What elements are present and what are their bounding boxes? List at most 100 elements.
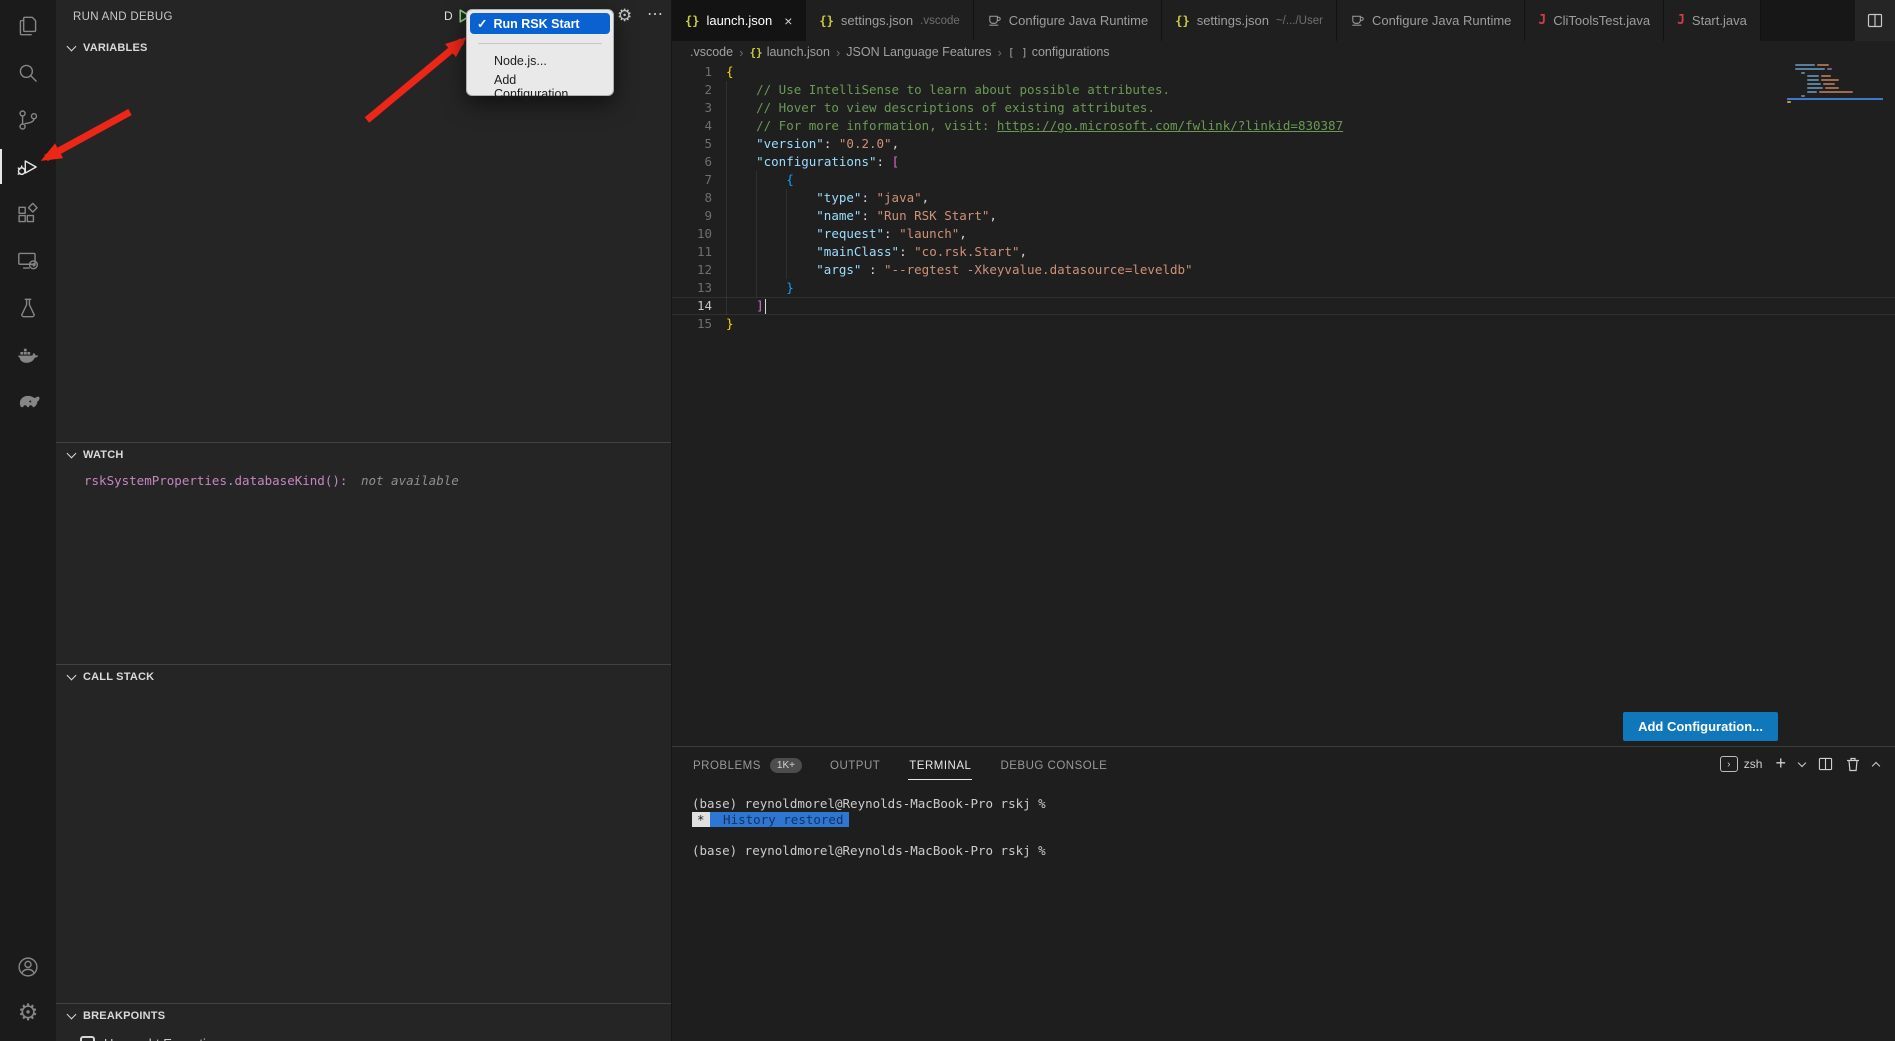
- activity-bar-item-account[interactable]: [0, 943, 56, 990]
- code-line-8[interactable]: 8"type": "java",: [672, 189, 1895, 207]
- split-editor-icon[interactable]: [1855, 0, 1895, 41]
- line-number: 15: [672, 315, 726, 333]
- menu-item-selected[interactable]: ✓ Run RSK Start: [470, 13, 610, 34]
- terminal-output[interactable]: (base) reynoldmorel@Reynolds-MacBook-Pro…: [672, 783, 1895, 858]
- chevron-down-icon: [67, 42, 77, 52]
- breadcrumb-item[interactable]: JSON Language Features: [846, 45, 991, 59]
- breakpoints-section-header[interactable]: BREAKPOINTS: [56, 1003, 671, 1027]
- line-number: 11: [672, 243, 726, 261]
- line-content: "type": "java",: [726, 189, 929, 207]
- kill-terminal-icon[interactable]: [1846, 757, 1860, 772]
- code-line-14[interactable]: 14]: [672, 297, 1895, 315]
- chevron-down-icon: [67, 1009, 77, 1019]
- code-line-6[interactable]: 6"configurations": [: [672, 153, 1895, 171]
- panel-tab-output[interactable]: OUTPUT: [829, 751, 881, 780]
- minimap-current-line: [1787, 98, 1883, 100]
- line-number: 3: [672, 99, 726, 117]
- code-editor[interactable]: 1{2// Use IntelliSense to learn about po…: [672, 63, 1895, 746]
- tab-settings-json[interactable]: {}settings.json~/.../User: [1162, 0, 1337, 41]
- tab-configure-java-runtime[interactable]: Configure Java Runtime: [1337, 0, 1525, 41]
- breadcrumb-item[interactable]: [ ]configurations: [1008, 45, 1110, 59]
- activity-bar: ⚙: [0, 0, 56, 1041]
- activity-bar-item-source-control[interactable]: [0, 96, 56, 143]
- menu-item-add-configuration-[interactable]: Add Configuration...: [470, 71, 610, 90]
- code-line-5[interactable]: 5"version": "0.2.0",: [672, 135, 1895, 153]
- line-content: {: [726, 171, 794, 189]
- code-line-15[interactable]: 15}: [672, 315, 1895, 333]
- tab-start-java[interactable]: JStart.java: [1664, 0, 1761, 41]
- uncaught-exceptions-checkbox[interactable]: [80, 1036, 95, 1041]
- debug-settings-gear-icon[interactable]: ⚙: [617, 6, 632, 26]
- extensions-icon: [15, 201, 41, 227]
- account-icon: [15, 954, 41, 980]
- tab-clitoolstest-java[interactable]: JCliToolsTest.java: [1525, 0, 1664, 41]
- watch-section: WATCH rskSystemProperties.databaseKind()…: [56, 442, 671, 488]
- views-more-actions-icon[interactable]: ⋯: [647, 4, 664, 24]
- activity-bar-item-gradle[interactable]: [0, 378, 56, 425]
- code-line-7[interactable]: 7{: [672, 171, 1895, 189]
- source-control-icon: [15, 107, 41, 133]
- explorer-icon: [15, 13, 41, 39]
- comment-link[interactable]: https://go.microsoft.com/fwlink/?linkid=…: [997, 118, 1343, 133]
- tab-settings-json[interactable]: {}settings.json.vscode: [806, 0, 973, 41]
- docker-icon: [15, 342, 41, 368]
- code-line-4[interactable]: 4// For more information, visit: https:/…: [672, 117, 1895, 135]
- line-content: {: [726, 63, 734, 81]
- json-file-icon: {}: [685, 14, 699, 28]
- add-configuration-button[interactable]: Add Configuration...: [1623, 712, 1778, 741]
- array-brackets-icon: [ ]: [1008, 46, 1028, 59]
- panel-tab-terminal[interactable]: TERMINAL: [908, 751, 972, 780]
- line-number: 13: [672, 279, 726, 297]
- code-line-9[interactable]: 9"name": "Run RSK Start",: [672, 207, 1895, 225]
- activity-bar-item-extensions[interactable]: [0, 190, 56, 237]
- breadcrumb-item[interactable]: {}launch.json: [749, 45, 830, 59]
- call-stack-section-header[interactable]: CALL STACK: [56, 664, 671, 688]
- tab-label: CliToolsTest.java: [1553, 13, 1650, 28]
- tab-launch-json[interactable]: {}launch.json×: [672, 0, 806, 41]
- remote-explorer-icon: [15, 248, 41, 274]
- code-line-13[interactable]: 13}: [672, 279, 1895, 297]
- terminal-dropdown-icon[interactable]: [1798, 759, 1806, 767]
- activity-bar-item-testing[interactable]: [0, 284, 56, 331]
- panel-actions: › zsh +: [1720, 756, 1879, 772]
- call-stack-section: CALL STACK: [56, 664, 671, 688]
- text-cursor: [765, 299, 767, 314]
- split-terminal-icon[interactable]: [1818, 757, 1833, 771]
- shell-label[interactable]: zsh: [1744, 757, 1763, 771]
- watch-label: WATCH: [83, 449, 124, 461]
- watch-section-header[interactable]: WATCH: [56, 442, 671, 466]
- code-line-12[interactable]: 12"args" : "--regtest -Xkeyvalue.datasou…: [672, 261, 1895, 279]
- editor-tab-bar: {}launch.json×{}settings.json.vscodeConf…: [672, 0, 1895, 41]
- code-line-3[interactable]: 3// Hover to view descriptions of existi…: [672, 99, 1895, 117]
- menu-item-node-js-[interactable]: Node.js...: [470, 52, 610, 71]
- activity-bar-item-docker[interactable]: [0, 331, 56, 378]
- sidebar-title: RUN AND DEBUG: [73, 11, 173, 23]
- close-tab-icon[interactable]: ×: [784, 13, 792, 29]
- minimap[interactable]: [1787, 63, 1883, 104]
- call-stack-label: CALL STACK: [83, 671, 154, 683]
- code-line-11[interactable]: 11"mainClass": "co.rsk.Start",: [672, 243, 1895, 261]
- code-line-10[interactable]: 10"request": "launch",: [672, 225, 1895, 243]
- panel-tab-debug-console[interactable]: DEBUG CONSOLE: [999, 751, 1108, 780]
- menu-separator: [478, 43, 602, 44]
- breadcrumb-item[interactable]: .vscode: [690, 45, 733, 59]
- activity-bar-item-remote-explorer[interactable]: [0, 237, 56, 284]
- tab-label: Start.java: [1692, 13, 1747, 28]
- line-content: "name": "Run RSK Start",: [726, 207, 997, 225]
- tab-detail: ~/.../User: [1276, 15, 1323, 27]
- code-line-2[interactable]: 2// Use IntelliSense to learn about poss…: [672, 81, 1895, 99]
- activity-bar-item-settings[interactable]: ⚙: [0, 990, 56, 1037]
- line-number: 14: [672, 297, 726, 315]
- watch-expression: rskSystemProperties.databaseKind():: [84, 473, 347, 488]
- activity-bar-item-search[interactable]: [0, 49, 56, 96]
- config-dropdown-partial[interactable]: D: [444, 9, 453, 23]
- new-terminal-icon[interactable]: +: [1775, 754, 1786, 772]
- panel-tab-problems[interactable]: PROBLEMS1K+: [692, 751, 802, 780]
- tab-configure-java-runtime[interactable]: Configure Java Runtime: [974, 0, 1162, 41]
- code-line-1[interactable]: 1{: [672, 63, 1895, 81]
- activity-bar-item-explorer[interactable]: [0, 2, 56, 49]
- maximize-panel-icon[interactable]: [1872, 761, 1880, 769]
- search-icon: [15, 60, 41, 86]
- activity-bar-item-run-debug[interactable]: [0, 143, 56, 190]
- watch-expression-row[interactable]: rskSystemProperties.databaseKind(): not …: [84, 473, 671, 488]
